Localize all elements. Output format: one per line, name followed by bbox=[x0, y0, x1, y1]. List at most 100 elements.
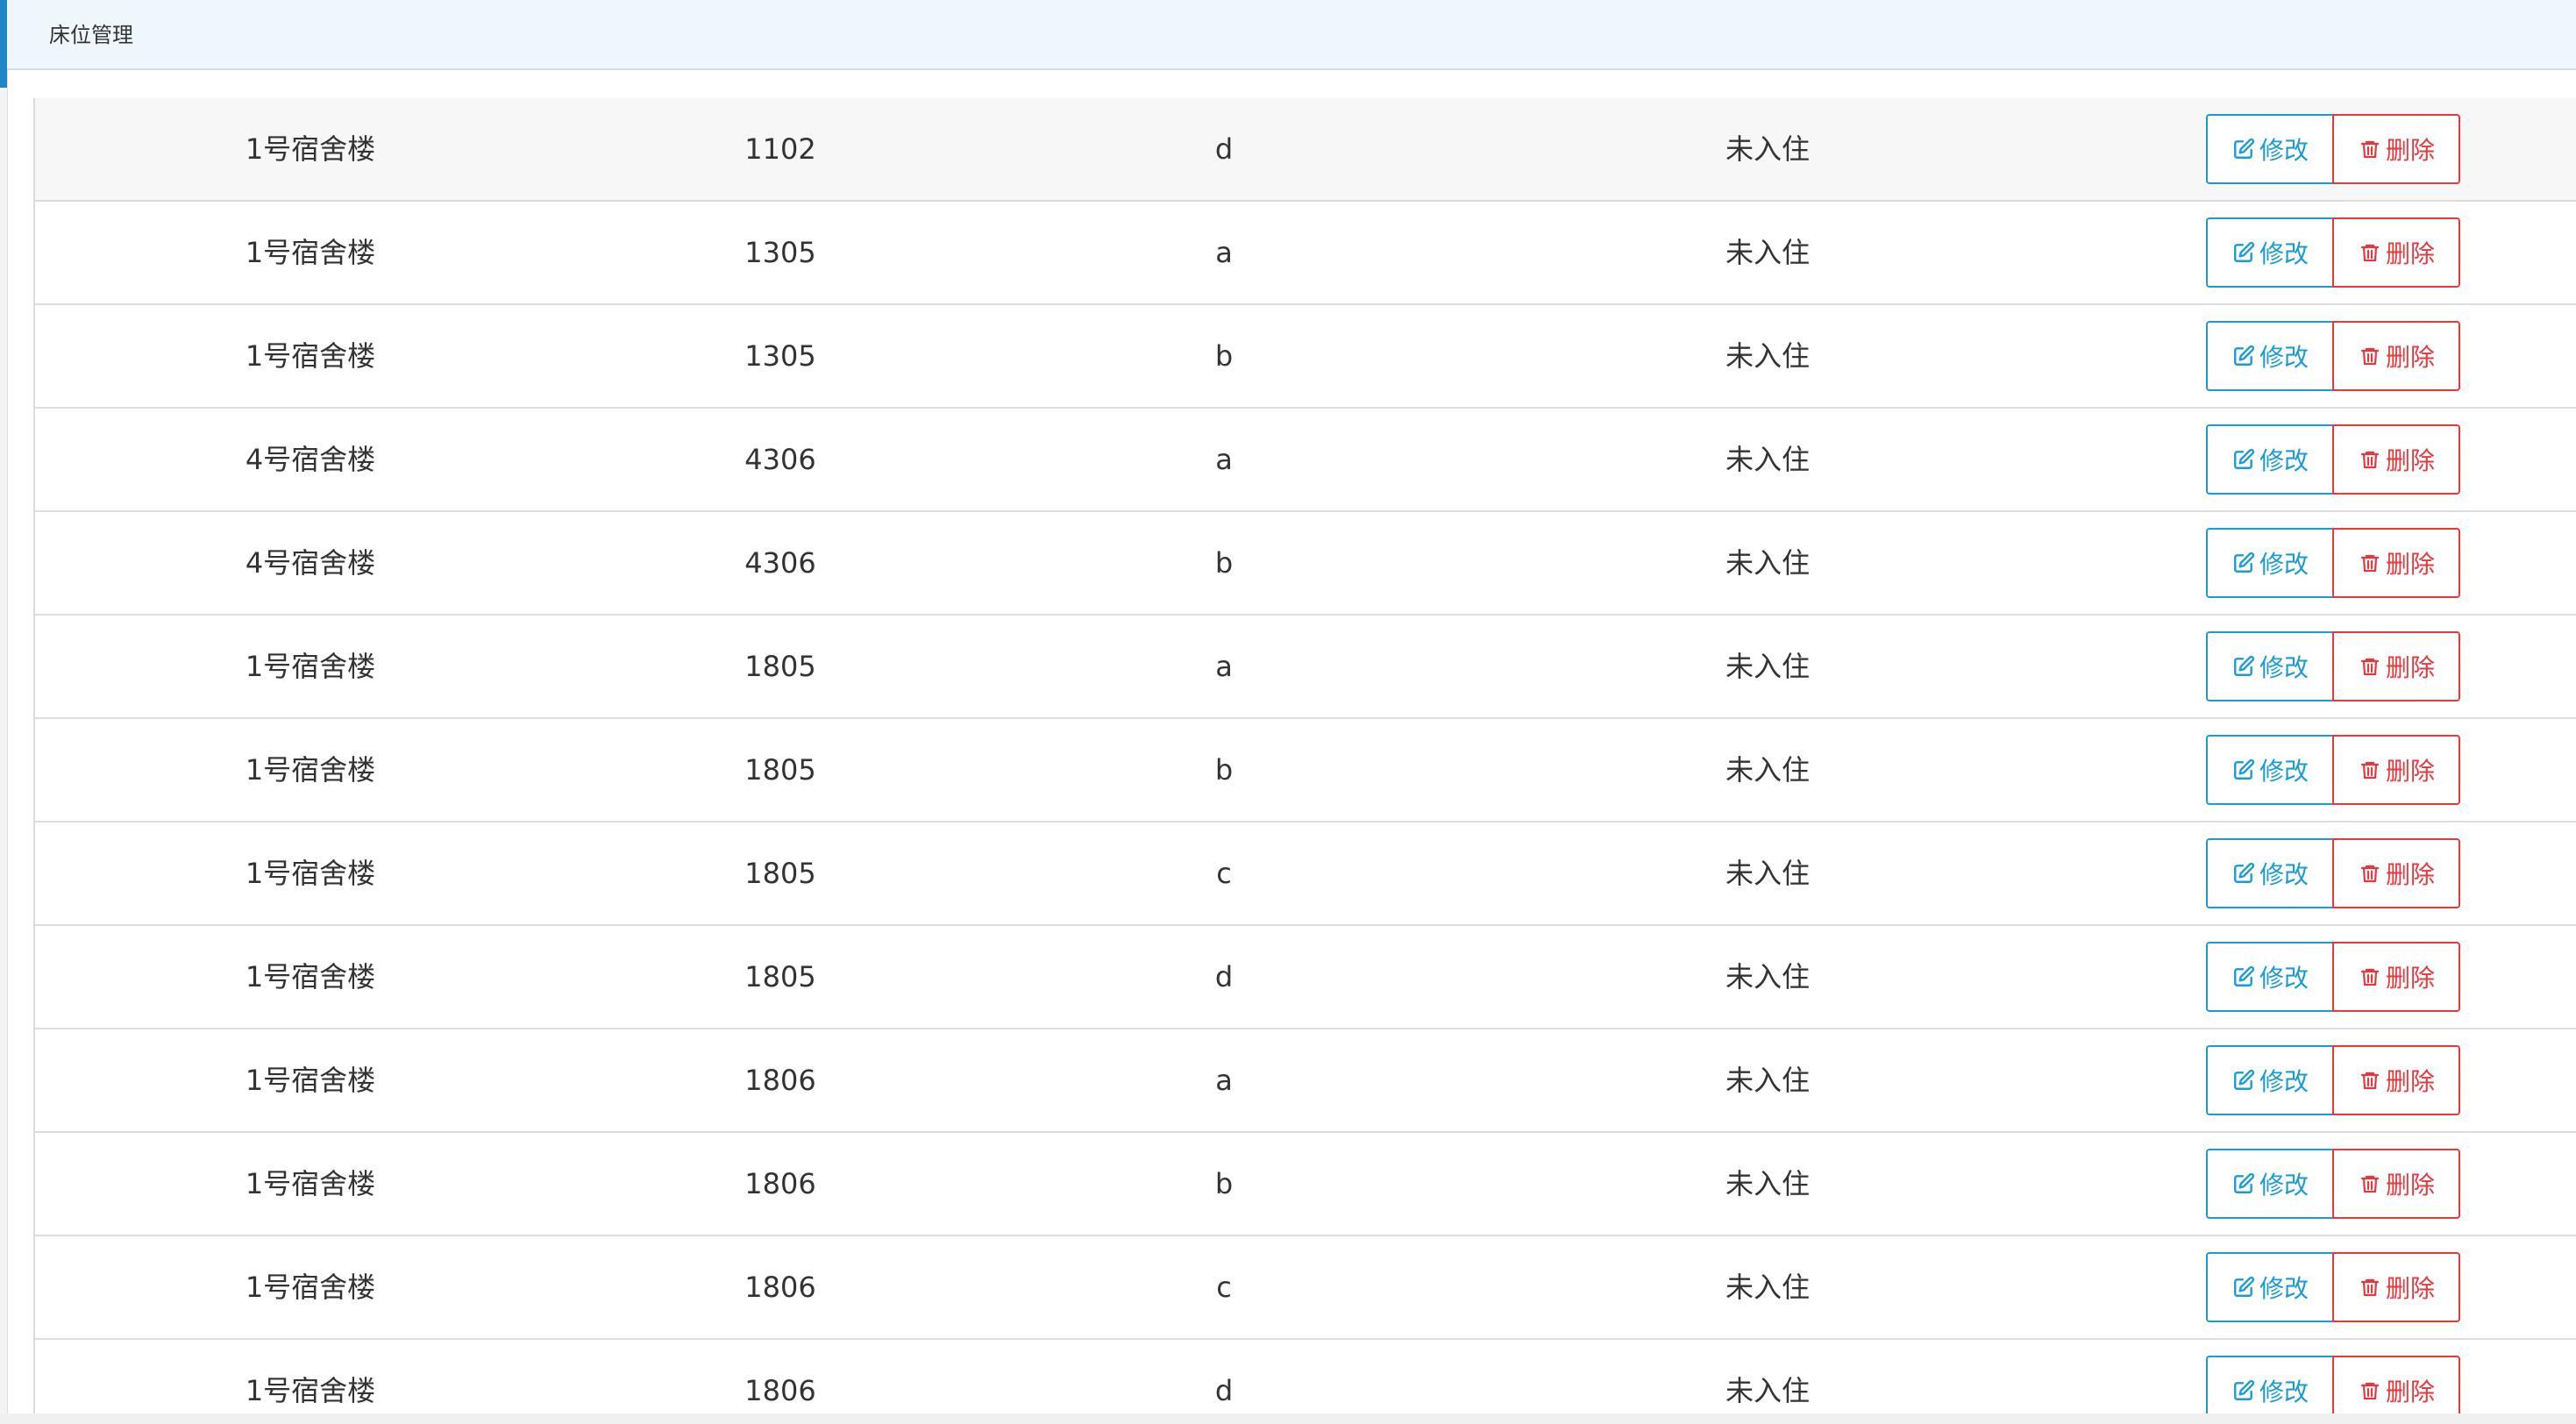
bed-cell: b bbox=[1214, 546, 1234, 580]
trash-icon bbox=[2358, 240, 2382, 265]
trash-icon bbox=[2358, 447, 2382, 472]
room-cell: 4306 bbox=[744, 443, 816, 476]
edit-icon bbox=[2231, 758, 2256, 782]
bed-table: 1号宿舍楼 1102 d 未入住 修改 删除 1号宿舍楼 1305 a 未入住 修改 删除 1号宿舍楼 1… bbox=[33, 98, 2576, 1424]
delete-button[interactable]: 删除 bbox=[2332, 114, 2460, 184]
delete-button[interactable]: 删除 bbox=[2332, 631, 2460, 701]
status-cell: 未入住 bbox=[1725, 857, 1811, 890]
edit-button[interactable]: 修改 bbox=[2206, 735, 2334, 805]
building-cell: 1号宿舍楼 bbox=[245, 339, 376, 373]
edit-button[interactable]: 修改 bbox=[2206, 528, 2334, 598]
table-row: 1号宿舍楼 1806 b 未入住 修改 删除 bbox=[35, 1133, 2576, 1236]
edit-label: 修改 bbox=[2259, 1067, 2309, 1096]
table-row: 1号宿舍楼 1805 a 未入住 修改 删除 bbox=[35, 616, 2576, 719]
trash-icon bbox=[2358, 1275, 2382, 1299]
delete-label: 删除 bbox=[2385, 757, 2435, 786]
edit-button[interactable]: 修改 bbox=[2206, 1149, 2334, 1219]
delete-button[interactable]: 删除 bbox=[2332, 838, 2460, 908]
edit-icon bbox=[2231, 137, 2256, 161]
status-cell: 未入住 bbox=[1725, 960, 1811, 993]
edit-button[interactable]: 修改 bbox=[2206, 321, 2334, 391]
bed-cell: a bbox=[1215, 236, 1233, 269]
delete-label: 删除 bbox=[2385, 446, 2435, 475]
building-cell: 1号宿舍楼 bbox=[245, 132, 376, 166]
delete-button[interactable]: 删除 bbox=[2332, 1149, 2460, 1219]
delete-button[interactable]: 删除 bbox=[2332, 528, 2460, 598]
table-row: 1号宿舍楼 1305 a 未入住 修改 删除 bbox=[35, 202, 2576, 305]
table-row: 1号宿舍楼 1305 b 未入住 修改 删除 bbox=[35, 305, 2576, 409]
edit-button[interactable]: 修改 bbox=[2206, 1045, 2334, 1115]
building-cell: 1号宿舍楼 bbox=[245, 1167, 376, 1200]
table-row: 4号宿舍楼 4306 a 未入住 修改 删除 bbox=[35, 409, 2576, 512]
edit-button[interactable]: 修改 bbox=[2206, 838, 2334, 908]
delete-button[interactable]: 删除 bbox=[2332, 217, 2460, 288]
table-row: 1号宿舍楼 1805 b 未入住 修改 删除 bbox=[35, 719, 2576, 822]
table-row: 1号宿舍楼 1805 d 未入住 修改 删除 bbox=[35, 926, 2576, 1029]
delete-label: 删除 bbox=[2385, 343, 2435, 372]
trash-icon bbox=[2358, 344, 2382, 368]
delete-label: 删除 bbox=[2385, 550, 2435, 579]
row-actions: 修改 删除 bbox=[2206, 202, 2460, 303]
building-cell: 4号宿舍楼 bbox=[245, 546, 376, 580]
room-cell: 1805 bbox=[744, 960, 816, 993]
delete-button[interactable]: 删除 bbox=[2332, 942, 2460, 1012]
building-cell: 4号宿舍楼 bbox=[245, 443, 376, 476]
edit-button[interactable]: 修改 bbox=[2206, 1252, 2334, 1322]
building-cell: 1号宿舍楼 bbox=[245, 1064, 376, 1097]
delete-button[interactable]: 删除 bbox=[2332, 1045, 2460, 1115]
table-row: 1号宿舍楼 1805 c 未入住 修改 删除 bbox=[35, 822, 2576, 926]
bed-cell: c bbox=[1216, 1271, 1232, 1304]
row-actions: 修改 删除 bbox=[2206, 616, 2460, 717]
delete-label: 删除 bbox=[2385, 653, 2435, 682]
row-actions: 修改 删除 bbox=[2206, 1133, 2460, 1235]
delete-button[interactable]: 删除 bbox=[2332, 1252, 2460, 1322]
room-cell: 1805 bbox=[744, 753, 816, 787]
status-cell: 未入住 bbox=[1725, 339, 1811, 373]
building-cell: 1号宿舍楼 bbox=[245, 1271, 376, 1304]
room-cell: 1102 bbox=[744, 132, 816, 166]
trash-icon bbox=[2358, 861, 2382, 886]
room-cell: 1305 bbox=[744, 339, 816, 373]
trash-icon bbox=[2358, 1068, 2382, 1093]
edit-icon bbox=[2231, 1378, 2256, 1403]
edit-button[interactable]: 修改 bbox=[2206, 424, 2334, 495]
edit-button[interactable]: 修改 bbox=[2206, 217, 2334, 288]
bed-cell: c bbox=[1216, 857, 1232, 890]
edit-button[interactable]: 修改 bbox=[2206, 942, 2334, 1012]
edit-button[interactable]: 修改 bbox=[2206, 114, 2334, 184]
delete-label: 删除 bbox=[2385, 1378, 2435, 1406]
building-cell: 1号宿舍楼 bbox=[245, 857, 376, 890]
delete-label: 删除 bbox=[2385, 1067, 2435, 1096]
tab-bed-management[interactable]: 床位管理 bbox=[49, 0, 133, 70]
trash-icon bbox=[2358, 965, 2382, 989]
edit-button[interactable]: 修改 bbox=[2206, 631, 2334, 701]
room-cell: 1806 bbox=[744, 1374, 816, 1407]
delete-button[interactable]: 删除 bbox=[2332, 424, 2460, 495]
table-body: 1号宿舍楼 1102 d 未入住 修改 删除 1号宿舍楼 1305 a 未入住 修改 删除 1号宿舍楼 1… bbox=[35, 98, 2576, 1424]
delete-button[interactable]: 删除 bbox=[2332, 321, 2460, 391]
row-actions: 修改 删除 bbox=[2206, 1029, 2460, 1131]
edit-label: 修改 bbox=[2259, 653, 2309, 682]
status-cell: 未入住 bbox=[1725, 546, 1811, 580]
edit-label: 修改 bbox=[2259, 1274, 2309, 1303]
room-cell: 1305 bbox=[744, 236, 816, 269]
delete-button[interactable]: 删除 bbox=[2332, 735, 2460, 805]
delete-label: 删除 bbox=[2385, 1274, 2435, 1303]
row-actions: 修改 删除 bbox=[2206, 926, 2460, 1028]
edit-label: 修改 bbox=[2259, 757, 2309, 786]
edit-label: 修改 bbox=[2259, 446, 2309, 475]
table-row: 1号宿舍楼 1806 d 未入住 修改 删除 bbox=[35, 1340, 2576, 1424]
delete-label: 删除 bbox=[2385, 136, 2435, 165]
edit-label: 修改 bbox=[2259, 1378, 2309, 1406]
horizontal-scrollbar[interactable] bbox=[0, 1413, 2576, 1424]
trash-icon bbox=[2358, 1171, 2382, 1196]
edit-label: 修改 bbox=[2259, 550, 2309, 579]
bed-cell: a bbox=[1215, 650, 1233, 683]
edit-label: 修改 bbox=[2259, 964, 2309, 993]
row-actions: 修改 删除 bbox=[2206, 512, 2460, 614]
trash-icon bbox=[2358, 551, 2382, 575]
row-actions: 修改 删除 bbox=[2206, 98, 2460, 200]
status-cell: 未入住 bbox=[1725, 1374, 1811, 1407]
building-cell: 1号宿舍楼 bbox=[245, 236, 376, 269]
status-cell: 未入住 bbox=[1725, 1064, 1811, 1097]
